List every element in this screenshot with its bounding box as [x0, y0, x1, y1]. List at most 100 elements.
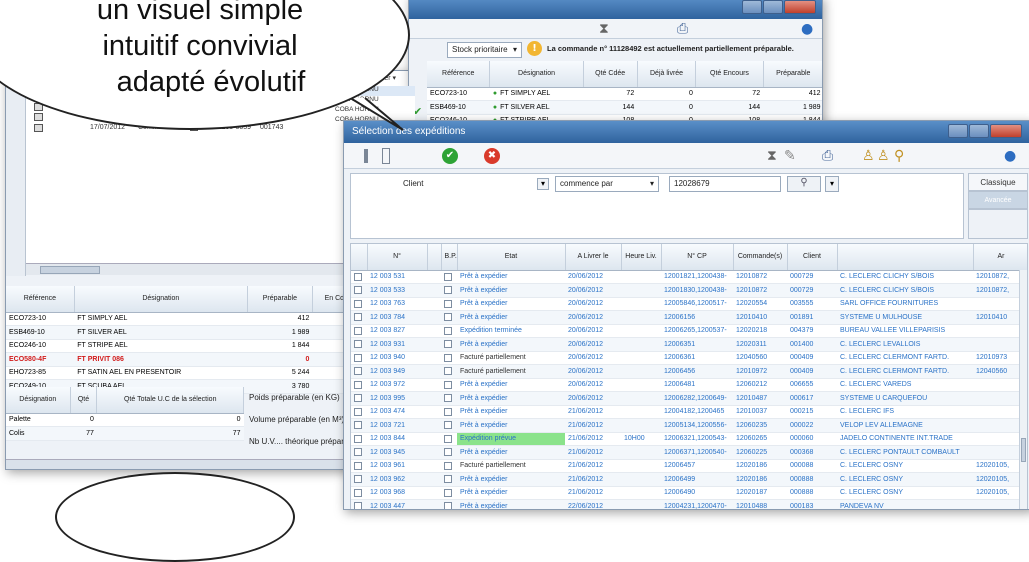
column-header[interactable]: B.P.: [441, 244, 458, 271]
row-checkbox[interactable]: [354, 448, 362, 457]
bp-checkbox[interactable]: [444, 340, 452, 349]
bp-checkbox[interactable]: [444, 488, 452, 497]
column-header[interactable]: [837, 244, 974, 271]
column-header[interactable]: Heure Liv.: [621, 244, 662, 271]
printer-icon[interactable]: ⎙: [677, 22, 688, 36]
column-header[interactable]: [351, 244, 368, 271]
column-header[interactable]: N°: [367, 244, 428, 271]
hourglass-icon[interactable]: ⧗: [767, 149, 777, 163]
user-icon[interactable]: ♙: [862, 149, 875, 163]
bp-checkbox[interactable]: [444, 326, 452, 335]
filter-icon[interactable]: ⚲: [894, 149, 904, 163]
table-row[interactable]: 12 003 827 Expédition terminée 20/06/2012 1…: [351, 324, 1027, 338]
user-add-icon[interactable]: ♙: [877, 149, 890, 163]
row-checkbox[interactable]: [354, 421, 362, 430]
search-button[interactable]: ⚲: [787, 176, 821, 192]
table-row[interactable]: 12 003 931 Prêt à expédier 20/06/2012 12006…: [351, 337, 1027, 352]
v-scrollbar[interactable]: [1019, 270, 1027, 509]
stock-dropdown[interactable]: Stock prioritaire ▾: [447, 42, 522, 58]
table-row[interactable]: 12 003 784 Prêt à expédier 20/06/2012 12006…: [351, 310, 1027, 325]
row-checkbox[interactable]: [354, 340, 362, 349]
row-checkbox[interactable]: [354, 286, 362, 295]
bp-checkbox[interactable]: [444, 380, 452, 389]
filter-field-dropdown-button[interactable]: ▾: [537, 178, 549, 190]
bp-checkbox[interactable]: [444, 461, 452, 470]
table-row[interactable]: 12 003 968 Prêt à expédier 21/06/2012 12006…: [351, 486, 1027, 500]
search-options-dropdown[interactable]: ▾: [825, 176, 839, 192]
help-icon[interactable]: ●: [801, 22, 813, 36]
scroll-thumb[interactable]: [40, 266, 100, 274]
row-checkbox[interactable]: [354, 367, 362, 376]
filter-operator-dropdown[interactable]: commence par ▾: [555, 176, 659, 192]
bp-checkbox[interactable]: [444, 286, 452, 295]
bp-checkbox[interactable]: [444, 272, 452, 281]
row-checkbox[interactable]: [354, 326, 362, 335]
help-icon[interactable]: ●: [1004, 149, 1016, 163]
row-checkbox[interactable]: [354, 299, 362, 308]
table-row[interactable]: 12 003 533 Prêt à expédier 20/06/2012 12001…: [351, 283, 1027, 298]
column-header[interactable]: N° CP: [661, 244, 734, 271]
table-row[interactable]: 12 003 474 Prêt à expédier 21/06/2012 12004…: [351, 405, 1027, 419]
minimize-button[interactable]: [742, 0, 762, 14]
table-row[interactable]: 12 003 961 Facturé partiellement 21/06/201…: [351, 459, 1027, 473]
close-button[interactable]: [784, 0, 816, 14]
maximize-button[interactable]: [969, 124, 989, 138]
row-checkbox[interactable]: [354, 407, 362, 416]
cancel-icon[interactable]: ✖: [484, 148, 500, 164]
column-header[interactable]: Etat: [457, 244, 566, 271]
bp-checkbox[interactable]: [444, 475, 452, 484]
bp-checkbox[interactable]: [444, 299, 452, 308]
table-row[interactable]: 12 003 531 Prêt à expédier 20/06/2012 12001…: [351, 270, 1027, 284]
table-row[interactable]: 12 003 940 Facturé partiellement 20/06/201…: [351, 351, 1027, 365]
bp-checkbox[interactable]: [444, 421, 452, 430]
table-row[interactable]: 12 003 721 Prêt à expédier 21/06/2012 12005…: [351, 418, 1027, 433]
hourglass-icon[interactable]: ⧗: [599, 22, 609, 36]
column-header[interactable]: Client: [787, 244, 838, 271]
minimize-button[interactable]: [948, 124, 968, 138]
row-checkbox[interactable]: [354, 380, 362, 389]
table-row[interactable]: 12 003 949 Facturé partiellement 20/06/201…: [351, 364, 1027, 379]
column-header[interactable]: Commande(s): [733, 244, 788, 271]
bp-checkbox[interactable]: [444, 407, 452, 416]
row-checkbox[interactable]: [354, 394, 362, 403]
row-checkbox[interactable]: [354, 434, 362, 443]
split-view-icon[interactable]: [382, 148, 390, 164]
table-row[interactable]: 12 003 995 Prêt à expédier 20/06/2012 12006…: [351, 391, 1027, 406]
panel-toggle-icon[interactable]: [364, 149, 368, 163]
filter-value-input[interactable]: 12028679: [669, 176, 781, 192]
column-header[interactable]: Ar: [973, 244, 1027, 271]
row-checkbox[interactable]: [354, 353, 362, 362]
table-row[interactable]: ECO723-10 ● FT SIMPLY AEL 72 0 72 412: [427, 87, 822, 101]
table-row[interactable]: 12 003 844 Expédition prévue 21/06/2012 10H…: [351, 432, 1027, 446]
bp-checkbox[interactable]: [444, 367, 452, 376]
row-checkbox[interactable]: [354, 502, 362, 509]
table-row[interactable]: 12 003 972 Prêt à expédier 20/06/2012 12006…: [351, 378, 1027, 392]
bp-checkbox[interactable]: [444, 448, 452, 457]
advanced-mode-button[interactable]: Avancée: [968, 191, 1028, 209]
table-row[interactable]: 12 003 962 Prêt à expédier 21/06/2012 12006…: [351, 472, 1027, 487]
table-row[interactable]: Palette 0 0: [6, 413, 244, 427]
column-header[interactable]: [427, 244, 442, 271]
column-header[interactable]: A Livrer le: [565, 244, 622, 271]
bp-checkbox[interactable]: [444, 353, 452, 362]
table-row[interactable]: 12 003 763 Prêt à expédier 20/06/2012 12005…: [351, 297, 1027, 311]
tools-icon[interactable]: ✎: [784, 149, 796, 163]
bp-checkbox[interactable]: [444, 502, 452, 509]
table-row[interactable]: Colis 77 77: [6, 426, 244, 441]
row-checkbox[interactable]: [354, 475, 362, 484]
v-scroll-thumb[interactable]: [1021, 438, 1026, 462]
bp-checkbox[interactable]: [444, 394, 452, 403]
printer-icon[interactable]: ⎙: [822, 149, 833, 163]
row-checkbox[interactable]: [354, 488, 362, 497]
bp-checkbox[interactable]: [444, 434, 452, 443]
close-button[interactable]: [990, 124, 1022, 138]
maximize-button[interactable]: [763, 0, 783, 14]
table-row[interactable]: 12 003 447 Prêt à expédier 22/06/2012 12004…: [351, 499, 1027, 509]
classic-mode-button[interactable]: Classique: [968, 173, 1028, 191]
bp-checkbox[interactable]: [444, 313, 452, 322]
table-row[interactable]: 12 003 945 Prêt à expédier 21/06/2012 12006…: [351, 445, 1027, 460]
table-row[interactable]: ESB469-10 ● FT SILVER AEL 144 0 144 1 989: [427, 100, 822, 115]
row-checkbox[interactable]: [354, 313, 362, 322]
validate-icon[interactable]: ✔: [442, 148, 458, 164]
row-checkbox[interactable]: [354, 461, 362, 470]
